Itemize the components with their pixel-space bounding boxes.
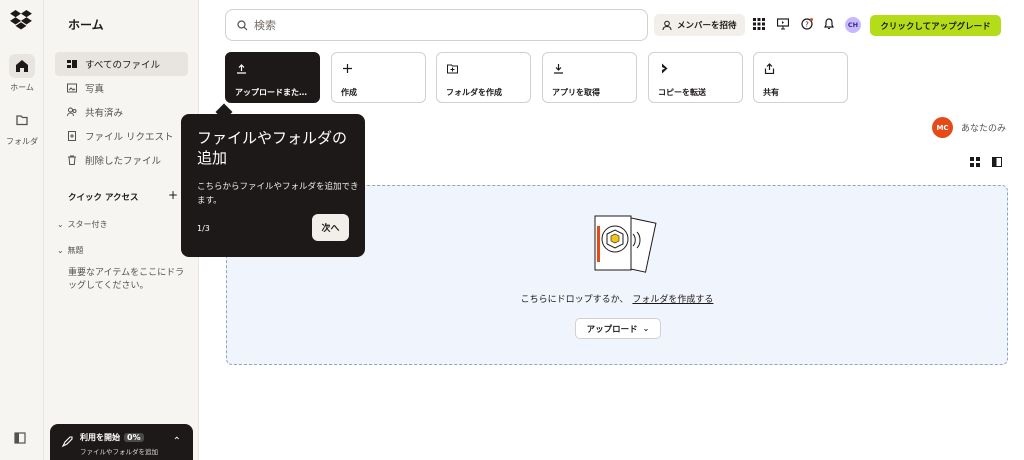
share-icon — [764, 63, 775, 74]
help-icon[interactable]: ? — [801, 18, 813, 30]
files-icon — [67, 60, 77, 68]
invite-members-button[interactable]: メンバーを招待 — [654, 14, 745, 36]
trash-icon — [68, 155, 76, 165]
next-button[interactable]: 次へ — [312, 214, 349, 241]
sidebar-item-photos[interactable]: 写真 — [55, 76, 188, 100]
onboarding-label: 利用を開始 — [80, 433, 120, 442]
chevron-down-icon: ⌄ — [57, 246, 64, 255]
sidebar-nav: すべてのファイル 写真 共有済み ファイル リクエスト 削除したファイル — [55, 52, 188, 172]
photo-icon — [67, 83, 77, 93]
create-button[interactable]: 作成 — [331, 52, 426, 103]
create-folder-label: フォルダを作成 — [446, 88, 502, 97]
dropbox-logo-icon[interactable] — [10, 10, 32, 30]
rail-home-label: ホーム — [10, 83, 34, 92]
invite-label: メンバーを招待 — [677, 21, 737, 31]
app-grid-icon[interactable] — [753, 18, 765, 30]
share-label: 共有 — [763, 88, 779, 97]
upload-dropdown-button[interactable]: アップロード ⌄ — [575, 318, 661, 339]
plus-icon — [343, 64, 352, 73]
onboarding-tooltip: ファイルやフォルダの追加 こちらからファイルやフォルダを追加できます。 1/3 … — [181, 114, 365, 257]
shared-icon — [67, 107, 77, 117]
sidebar-item-label: 削除したファイル — [85, 156, 162, 167]
sidebar-title: ホーム — [68, 18, 104, 32]
search-box[interactable] — [225, 9, 648, 41]
onboarding-percent: 0% — [124, 433, 144, 442]
upload-dropdown-label: アップロード — [586, 324, 638, 335]
upload-label: アップロードまた… — [235, 88, 307, 97]
transfer-icon — [662, 63, 668, 74]
sidebar-item-all-files[interactable]: すべてのファイル — [55, 52, 188, 76]
sidebar-toggle-icon[interactable] — [14, 432, 26, 444]
access-indicator[interactable]: MC あなたのみ — [932, 117, 1006, 138]
sidebar-item-shared[interactable]: 共有済み — [55, 100, 188, 124]
starred-label: スター付き — [67, 220, 108, 229]
untitled-label: 無題 — [67, 246, 84, 255]
create-label: 作成 — [341, 88, 357, 97]
svg-text:?: ? — [805, 21, 809, 29]
tooltip-page: 1/3 — [197, 224, 210, 233]
create-folder-button[interactable]: フォルダを作成 — [436, 52, 531, 103]
file-request-icon — [68, 131, 76, 141]
account-avatar[interactable]: CH — [845, 17, 861, 33]
add-person-icon — [662, 20, 672, 30]
untitled-section[interactable]: ⌄ 無題 — [57, 245, 84, 256]
sidebar-item-deleted[interactable]: 削除したファイル — [55, 148, 188, 172]
app-rail: ホーム フォルダ — [0, 0, 44, 460]
chevron-up-icon[interactable]: ⌃ — [173, 436, 181, 447]
create-folder-link[interactable]: フォルダを作成する — [632, 295, 713, 305]
upgrade-button[interactable]: クリックしてアップグレード — [870, 15, 1001, 36]
quick-access-label: クイック アクセス — [68, 193, 139, 203]
bell-icon[interactable] — [823, 18, 835, 30]
quick-access-header: クイック アクセス + — [68, 188, 178, 203]
sidebar-item-file-requests[interactable]: ファイル リクエスト — [55, 124, 188, 148]
onboarding-title: 利用を開始 0% — [80, 432, 144, 443]
transfer-copy-button[interactable]: コピーを転送 — [648, 52, 743, 103]
grid-view-icon[interactable] — [970, 157, 980, 167]
onboarding-subtitle: ファイルやフォルダを追加 — [80, 448, 158, 456]
drag-hint: 重要なアイテムをここにドラッグしてください。 — [68, 268, 185, 291]
folder-icon — [9, 108, 35, 132]
sidebar-item-label: 写真 — [85, 84, 105, 95]
folder-add-icon — [447, 64, 458, 74]
search-icon — [237, 19, 248, 30]
upload-icon — [237, 64, 246, 74]
tooltip-body: こちらからファイルやフォルダを追加できます。 — [197, 182, 359, 206]
home-icon — [9, 54, 35, 78]
side-panel-icon[interactable] — [992, 157, 1002, 167]
present-icon[interactable] — [777, 18, 789, 30]
rail-folders-label: フォルダ — [6, 137, 38, 146]
rocket-icon — [61, 436, 73, 448]
access-label: あなたのみ — [961, 124, 1007, 134]
sidebar-item-label: ファイル リクエスト — [85, 132, 174, 143]
add-quick-access-icon[interactable]: + — [168, 188, 178, 203]
owner-avatar: MC — [932, 117, 953, 138]
get-app-label: アプリを取得 — [552, 88, 600, 97]
onboarding-progress[interactable]: 利用を開始 0% ファイルやフォルダを追加 ⌃ — [50, 424, 193, 460]
upload-button[interactable]: アップロードまた… — [225, 52, 320, 103]
share-button[interactable]: 共有 — [753, 52, 848, 103]
rail-home[interactable]: ホーム — [0, 54, 44, 93]
sidebar-item-label: すべてのファイル — [85, 60, 160, 71]
get-app-button[interactable]: アプリを取得 — [542, 52, 637, 103]
download-icon — [554, 64, 563, 74]
drop-instructions: こちらにドロップするか、 フォルダを作成する — [227, 292, 1007, 305]
chevron-down-icon: ⌄ — [642, 324, 650, 333]
transfer-label: コピーを転送 — [658, 88, 706, 97]
chevron-down-icon: ⌄ — [57, 220, 64, 229]
sidebar: ホーム すべてのファイル 写真 共有済み ファイル リクエスト 削除したファイル… — [44, 0, 199, 460]
files-illustration-icon — [594, 215, 657, 273]
drop-text: こちらにドロップするか、 — [520, 295, 629, 305]
starred-section[interactable]: ⌄ スター付き — [57, 219, 108, 230]
tooltip-title: ファイルやフォルダの追加 — [197, 129, 348, 167]
sidebar-item-label: 共有済み — [85, 108, 124, 119]
search-input[interactable] — [254, 18, 634, 32]
rail-folders[interactable]: フォルダ — [0, 108, 44, 147]
